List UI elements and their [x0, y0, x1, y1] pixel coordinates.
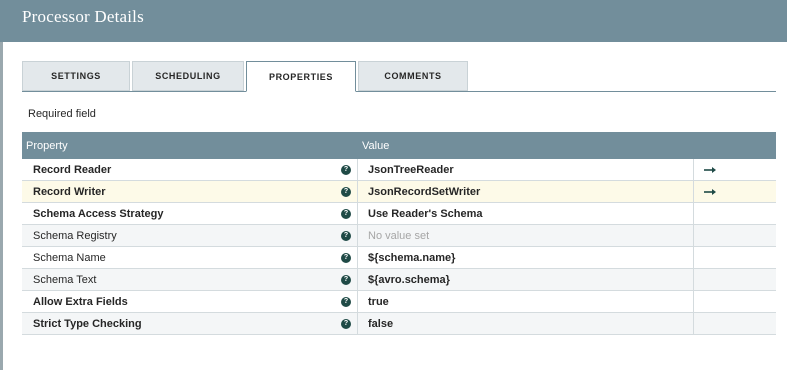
property-name-cell: Schema Access Strategy? [22, 203, 358, 224]
table-row[interactable]: Schema Access Strategy? Use Reader's Sche… [22, 203, 776, 225]
property-name-cell: Strict Type Checking? [22, 313, 358, 334]
property-name-cell: Schema Registry? [22, 225, 358, 246]
property-name-cell: Record Reader? [22, 159, 358, 180]
property-value-cell[interactable]: false [358, 313, 694, 334]
property-value: false [368, 317, 394, 330]
dialog-header: Processor Details [0, 0, 787, 42]
column-header-value[interactable]: Value [358, 132, 776, 159]
table-row[interactable]: Record Writer? JsonRecordSetWriter [22, 181, 776, 203]
property-value-cell[interactable]: JsonRecordSetWriter [358, 181, 694, 202]
property-name: Schema Name [33, 251, 106, 264]
table-row[interactable]: Allow Extra Fields? true [22, 291, 776, 313]
properties-table: Property Value Record Reader? JsonTreeRea… [22, 132, 776, 335]
column-header-property[interactable]: Property [22, 132, 358, 159]
property-action-cell [694, 247, 776, 268]
property-name-cell: Allow Extra Fields? [22, 291, 358, 312]
table-header: Property Value [22, 132, 776, 159]
table-row[interactable]: Schema Name? ${schema.name} [22, 247, 776, 269]
table-row[interactable]: Record Reader? JsonTreeReader [22, 159, 776, 181]
property-action-cell [694, 225, 776, 246]
help-icon[interactable]: ? [341, 186, 351, 197]
tab-settings[interactable]: SETTINGS [22, 61, 130, 91]
property-value: JsonTreeReader [368, 163, 454, 176]
property-action-cell [694, 181, 776, 202]
property-name: Strict Type Checking [33, 317, 142, 330]
property-action-cell [694, 269, 776, 290]
property-action-cell [694, 291, 776, 312]
help-icon[interactable]: ? [341, 230, 351, 241]
table-row[interactable]: Schema Text? ${avro.schema} [22, 269, 776, 291]
help-icon[interactable]: ? [341, 296, 351, 307]
table-body: Record Reader? JsonTreeReader Record Write… [22, 159, 776, 335]
property-value: Use Reader's Schema [368, 207, 483, 220]
tab-divider [22, 91, 776, 92]
property-name: Schema Registry [33, 229, 117, 242]
property-action-cell [694, 159, 776, 180]
help-icon[interactable]: ? [341, 252, 351, 263]
property-value: ${schema.name} [368, 251, 456, 264]
table-row[interactable]: Strict Type Checking? false [22, 313, 776, 335]
property-action-cell [694, 313, 776, 334]
property-name: Allow Extra Fields [33, 295, 128, 308]
property-name-cell: Record Writer? [22, 181, 358, 202]
property-value: true [368, 295, 389, 308]
property-name: Schema Text [33, 273, 97, 286]
property-value-cell[interactable]: JsonTreeReader [358, 159, 694, 180]
property-name: Schema Access Strategy [33, 207, 164, 220]
help-icon[interactable]: ? [341, 274, 351, 285]
go-to-arrow-icon[interactable] [704, 166, 716, 174]
property-value-cell[interactable]: Use Reader's Schema [358, 203, 694, 224]
tab-properties[interactable]: PROPERTIES [246, 61, 356, 92]
property-name-cell: Schema Text? [22, 269, 358, 290]
tab-scheduling[interactable]: SCHEDULING [132, 61, 244, 91]
dialog-title: Processor Details [22, 7, 144, 26]
property-value-cell[interactable]: No value set [358, 225, 694, 246]
property-value-cell[interactable]: true [358, 291, 694, 312]
help-icon[interactable]: ? [341, 208, 351, 219]
property-value: ${avro.schema} [368, 273, 450, 286]
tab-bar: SETTINGS SCHEDULING PROPERTIES COMMENTS [22, 61, 470, 92]
property-action-cell [694, 203, 776, 224]
left-border [0, 42, 3, 370]
property-name: Record Writer [33, 185, 106, 198]
property-name: Record Reader [33, 163, 112, 176]
property-value-cell[interactable]: ${avro.schema} [358, 269, 694, 290]
go-to-arrow-icon[interactable] [704, 188, 716, 196]
required-field-label: Required field [28, 108, 96, 120]
property-value-cell[interactable]: ${schema.name} [358, 247, 694, 268]
property-value: JsonRecordSetWriter [368, 185, 481, 198]
property-value: No value set [368, 229, 430, 242]
property-name-cell: Schema Name? [22, 247, 358, 268]
help-icon[interactable]: ? [341, 164, 351, 175]
help-icon[interactable]: ? [341, 318, 351, 329]
tab-comments[interactable]: COMMENTS [358, 61, 468, 91]
table-row[interactable]: Schema Registry? No value set [22, 225, 776, 247]
